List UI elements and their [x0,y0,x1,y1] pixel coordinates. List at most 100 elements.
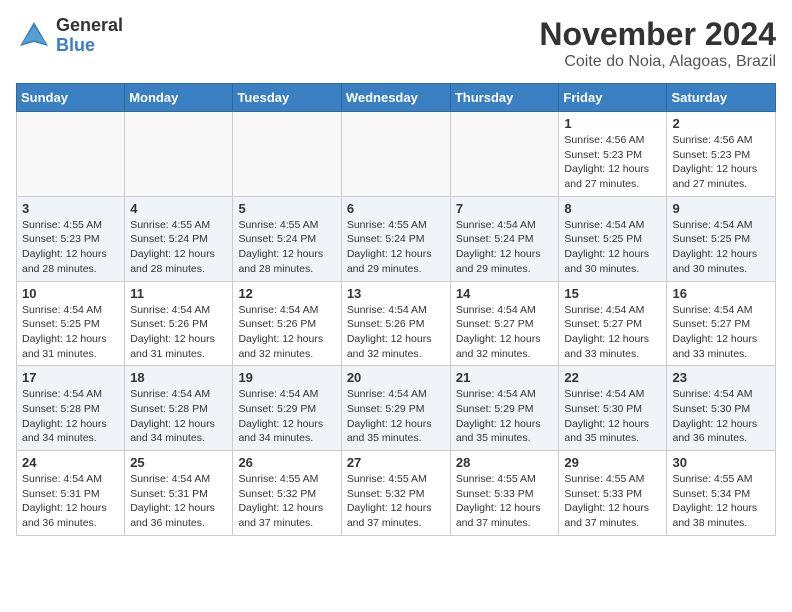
day-number: 13 [347,286,445,301]
day-info: Sunrise: 4:54 AM Sunset: 5:29 PM Dayligh… [456,387,554,446]
logo-icon [16,18,52,54]
day-info: Sunrise: 4:54 AM Sunset: 5:30 PM Dayligh… [672,387,770,446]
calendar-cell: 24 Sunrise: 4:54 AM Sunset: 5:31 PM Dayli… [17,451,125,536]
calendar-week-row: 24 Sunrise: 4:54 AM Sunset: 5:31 PM Dayli… [17,451,776,536]
calendar-weekday-monday: Monday [125,84,233,112]
calendar-cell: 29Sunrise: 4:55 AM Sunset: 5:33 PM Dayli… [559,451,667,536]
calendar-cell: 8 Sunrise: 4:54 AM Sunset: 5:25 PM Daylig… [559,196,667,281]
day-info: Sunrise: 4:54 AM Sunset: 5:28 PM Dayligh… [130,387,227,446]
calendar-cell: 14Sunrise: 4:54 AM Sunset: 5:27 PM Dayli… [450,281,559,366]
day-info: Sunrise: 4:55 AM Sunset: 5:24 PM Dayligh… [130,218,227,277]
day-info: Sunrise: 4:54 AM Sunset: 5:28 PM Dayligh… [22,387,119,446]
calendar-weekday-friday: Friday [559,84,667,112]
day-number: 4 [130,201,227,216]
day-info: Sunrise: 4:55 AM Sunset: 5:23 PM Dayligh… [22,218,119,277]
calendar-cell: 28 Sunrise: 4:55 AM Sunset: 5:33 PM Dayli… [450,451,559,536]
calendar-weekday-wednesday: Wednesday [341,84,450,112]
day-info: Sunrise: 4:54 AM Sunset: 5:31 PM Dayligh… [22,472,119,531]
day-number: 9 [672,201,770,216]
day-number: 23 [672,370,770,385]
calendar-cell: 16 Sunrise: 4:54 AM Sunset: 5:27 PM Dayli… [667,281,776,366]
day-info: Sunrise: 4:56 AM Sunset: 5:23 PM Dayligh… [672,133,770,192]
calendar-cell: 20 Sunrise: 4:54 AM Sunset: 5:29 PM Dayli… [341,366,450,451]
calendar-week-row: 3 Sunrise: 4:55 AM Sunset: 5:23 PM Daylig… [17,196,776,281]
day-number: 6 [347,201,445,216]
day-info: Sunrise: 4:54 AM Sunset: 5:27 PM Dayligh… [672,303,770,362]
day-number: 30 [672,455,770,470]
day-info: Sunrise: 4:56 AM Sunset: 5:23 PM Dayligh… [564,133,661,192]
day-number: 27 [347,455,445,470]
calendar-cell: 12 Sunrise: 4:54 AM Sunset: 5:26 PM Dayli… [233,281,341,366]
day-info: Sunrise: 4:54 AM Sunset: 5:26 PM Dayligh… [238,303,335,362]
calendar-cell: 9Sunrise: 4:54 AM Sunset: 5:25 PM Daylig… [667,196,776,281]
day-info: Sunrise: 4:55 AM Sunset: 5:24 PM Dayligh… [238,218,335,277]
day-info: Sunrise: 4:54 AM Sunset: 5:26 PM Dayligh… [130,303,227,362]
day-number: 24 [22,455,119,470]
calendar-weekday-sunday: Sunday [17,84,125,112]
calendar-cell [233,112,341,197]
calendar-header-row: SundayMondayTuesdayWednesdayThursdayFrid… [17,84,776,112]
calendar-cell: 15Sunrise: 4:54 AM Sunset: 5:27 PM Dayli… [559,281,667,366]
calendar-cell: 26Sunrise: 4:55 AM Sunset: 5:32 PM Dayli… [233,451,341,536]
calendar-cell: 13 Sunrise: 4:54 AM Sunset: 5:26 PM Dayli… [341,281,450,366]
calendar-cell: 27Sunrise: 4:55 AM Sunset: 5:32 PM Dayli… [341,451,450,536]
day-number: 12 [238,286,335,301]
calendar-cell: 30 Sunrise: 4:55 AM Sunset: 5:34 PM Dayli… [667,451,776,536]
day-info: Sunrise: 4:55 AM Sunset: 5:34 PM Dayligh… [672,472,770,531]
day-number: 11 [130,286,227,301]
calendar-week-row: 17 Sunrise: 4:54 AM Sunset: 5:28 PM Dayli… [17,366,776,451]
day-number: 2 [672,116,770,131]
calendar-cell: 23 Sunrise: 4:54 AM Sunset: 5:30 PM Dayli… [667,366,776,451]
calendar-cell: 5 Sunrise: 4:55 AM Sunset: 5:24 PM Daylig… [233,196,341,281]
day-info: Sunrise: 4:54 AM Sunset: 5:29 PM Dayligh… [238,387,335,446]
day-number: 19 [238,370,335,385]
day-number: 29 [564,455,661,470]
day-number: 3 [22,201,119,216]
calendar-cell: 17 Sunrise: 4:54 AM Sunset: 5:28 PM Dayli… [17,366,125,451]
day-number: 21 [456,370,554,385]
day-info: Sunrise: 4:54 AM Sunset: 5:29 PM Dayligh… [347,387,445,446]
calendar-cell [450,112,559,197]
day-info: Sunrise: 4:54 AM Sunset: 5:25 PM Dayligh… [564,218,661,277]
header: General Blue November 2024 Coite do Noia… [16,16,776,71]
day-info: Sunrise: 4:54 AM Sunset: 5:30 PM Dayligh… [564,387,661,446]
calendar-week-row: 10Sunrise: 4:54 AM Sunset: 5:25 PM Dayli… [17,281,776,366]
calendar-cell: 18Sunrise: 4:54 AM Sunset: 5:28 PM Dayli… [125,366,233,451]
calendar-cell: 7 Sunrise: 4:54 AM Sunset: 5:24 PM Daylig… [450,196,559,281]
day-number: 1 [564,116,661,131]
calendar-cell: 19 Sunrise: 4:54 AM Sunset: 5:29 PM Dayli… [233,366,341,451]
logo-general-text: General [56,16,123,36]
day-number: 5 [238,201,335,216]
day-number: 16 [672,286,770,301]
day-info: Sunrise: 4:54 AM Sunset: 5:26 PM Dayligh… [347,303,445,362]
logo-text: General Blue [56,16,123,56]
logo: General Blue [16,16,123,56]
day-info: Sunrise: 4:55 AM Sunset: 5:24 PM Dayligh… [347,218,445,277]
day-info: Sunrise: 4:55 AM Sunset: 5:32 PM Dayligh… [238,472,335,531]
day-info: Sunrise: 4:54 AM Sunset: 5:27 PM Dayligh… [564,303,661,362]
calendar-cell: 2 Sunrise: 4:56 AM Sunset: 5:23 PM Daylig… [667,112,776,197]
calendar-cell: 21 Sunrise: 4:54 AM Sunset: 5:29 PM Dayli… [450,366,559,451]
day-number: 8 [564,201,661,216]
day-number: 20 [347,370,445,385]
calendar-cell: 1 Sunrise: 4:56 AM Sunset: 5:23 PM Daylig… [559,112,667,197]
day-number: 17 [22,370,119,385]
month-title: November 2024 [539,16,776,53]
day-number: 25 [130,455,227,470]
logo-blue-text: Blue [56,36,123,56]
day-info: Sunrise: 4:55 AM Sunset: 5:33 PM Dayligh… [456,472,554,531]
calendar-cell: 4 Sunrise: 4:55 AM Sunset: 5:24 PM Daylig… [125,196,233,281]
day-number: 10 [22,286,119,301]
day-number: 14 [456,286,554,301]
calendar-weekday-saturday: Saturday [667,84,776,112]
calendar-cell: 3 Sunrise: 4:55 AM Sunset: 5:23 PM Daylig… [17,196,125,281]
calendar-weekday-thursday: Thursday [450,84,559,112]
day-number: 28 [456,455,554,470]
location: Coite do Noia, Alagoas, Brazil [539,53,776,71]
day-info: Sunrise: 4:54 AM Sunset: 5:24 PM Dayligh… [456,218,554,277]
day-number: 7 [456,201,554,216]
calendar-week-row: 1 Sunrise: 4:56 AM Sunset: 5:23 PM Daylig… [17,112,776,197]
calendar-cell [125,112,233,197]
day-info: Sunrise: 4:54 AM Sunset: 5:31 PM Dayligh… [130,472,227,531]
calendar-cell: 11 Sunrise: 4:54 AM Sunset: 5:26 PM Dayli… [125,281,233,366]
